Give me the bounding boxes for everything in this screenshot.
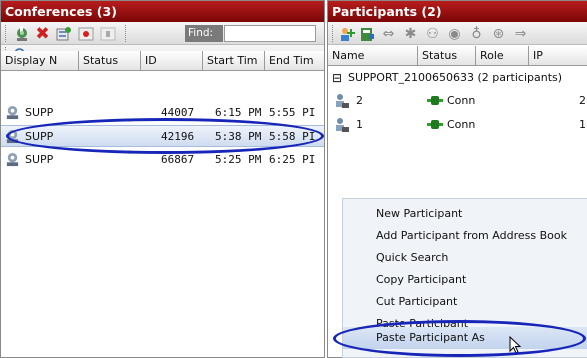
conference-row[interactable]: SUPP 66867 5:25 PM 6:25 PI [1,149,324,171]
conference-end-time: 5:55 PI [269,106,316,119]
participant-status: Conn [447,94,476,107]
menu-item-add-from-address-book[interactable]: Add Participant from Address Book [343,225,587,247]
disconnect-icon[interactable]: ✱ [402,25,419,42]
video-mute-icon[interactable]: ⊛ [490,25,507,42]
menu-item-new-participant[interactable]: New Participant [343,203,587,225]
conference-end-time: 5:58 PI [269,130,316,143]
conference-start-time: 6:15 PM [215,106,262,119]
remove-participant-icon[interactable]: ⚇ [424,25,441,42]
conference-end-time: 6:25 PI [269,153,316,166]
conference-status [83,126,139,148]
camera-icon[interactable]: ◉ [446,25,463,42]
conference-icon [5,126,23,148]
conference-row-selected[interactable]: SUPP 42196 5:38 PM 5:58 PI [1,125,324,148]
conferences-panel: Conferences (3) ✖ Find: Display N Status… [0,0,325,358]
stop-record-icon[interactable] [99,25,116,42]
conference-properties-icon[interactable] [55,25,72,42]
microphone-icon[interactable]: ♁ [468,25,485,42]
delete-conference-icon[interactable]: ✖ [34,24,51,44]
participant-row[interactable]: 2 Conn 2 [328,90,587,112]
column-header-id[interactable]: ID [141,51,203,71]
conference-name: SUPP [25,153,54,166]
connected-icon [427,119,443,133]
column-header-role[interactable]: Role [476,46,529,66]
conference-id: 66867 [161,153,195,166]
menu-item-quick-search[interactable]: Quick Search [343,247,587,269]
conference-start-time: 5:25 PM [215,153,262,166]
column-header-name[interactable]: Name [328,46,418,66]
column-header-status[interactable]: Status [418,46,476,66]
participant-context-menu: New Participant Add Participant from Add… [342,198,587,358]
participant-ip: 2 [579,94,586,107]
toolbar-grip [332,25,334,42]
participant-name: 1 [356,118,363,131]
conference-status [83,102,139,124]
conference-icon [5,102,23,124]
conference-status [83,149,139,171]
more-icon[interactable]: ⇒ [512,25,529,42]
toolbar-separator [125,25,127,42]
collapse-toggle-icon[interactable]: ⊟ [332,68,342,88]
column-header-display-name[interactable]: Display N [1,51,79,71]
participant-row[interactable]: 1 Conn 1 [328,114,587,136]
column-header-end-time[interactable]: End Tim [265,51,324,71]
new-conference-icon[interactable] [13,25,30,42]
menu-item-paste-participant-as[interactable]: Paste Participant As [343,327,587,349]
find-input[interactable] [224,25,316,42]
address-book-icon[interactable] [358,25,375,42]
participants-title: Participants (2) [328,1,587,22]
conference-id: 42196 [161,130,195,143]
connect-icon[interactable]: ⇔ [380,25,397,42]
find-label: Find: [185,25,223,42]
participant-group-label: SUPPORT_2100650633 (2 participants) [348,71,563,84]
participants-toolbar: ⇔ ✱ ⚇ ◉ ♁ ⊛ ⇒ [328,22,587,45]
conference-name: SUPP [25,130,54,143]
menu-item-copy-participant[interactable]: Copy Participant [343,269,587,291]
conferences-title: Conferences (3) [1,1,324,22]
column-header-ip[interactable]: IP [529,46,587,66]
toolbar-grip [5,25,7,42]
participant-ip: 1 [579,118,586,131]
conference-start-time: 5:38 PM [215,130,262,143]
participant-icon [334,117,350,136]
column-header-start-time[interactable]: Start Tim [203,51,265,71]
connected-icon [427,95,443,109]
column-header-status[interactable]: Status [79,51,141,71]
mouse-cursor-icon [509,335,522,357]
participant-name: 2 [356,94,363,107]
conferences-toolbar: ✖ Find: [1,22,324,45]
conference-icon [5,149,23,171]
record-icon[interactable] [77,25,94,42]
conference-name: SUPP [25,106,54,119]
participant-status: Conn [447,118,476,131]
participant-icon [334,93,350,112]
conference-row[interactable]: SUPP 44007 6:15 PM 5:55 PI [1,102,324,124]
add-participant-icon[interactable] [338,25,355,42]
menu-item-cut-participant[interactable]: Cut Participant [343,291,587,313]
conference-id: 44007 [161,106,195,119]
participant-group-row[interactable]: ⊟ SUPPORT_2100650633 (2 participants) [328,68,587,88]
